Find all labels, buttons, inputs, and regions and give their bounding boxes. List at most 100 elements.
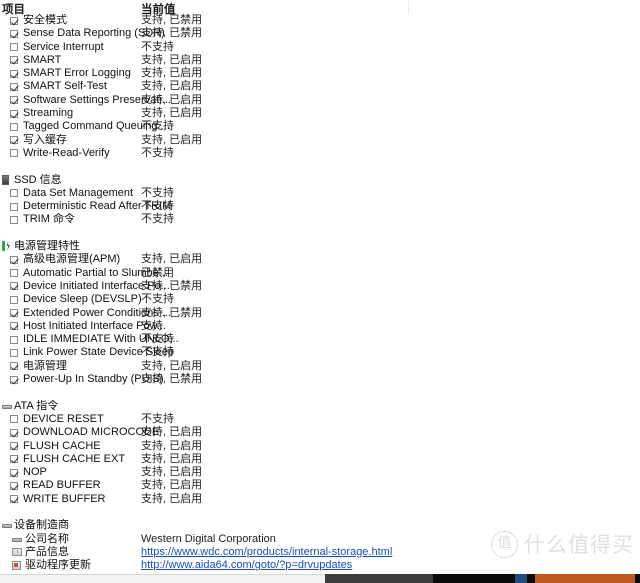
checkbox-unchecked-icon[interactable] [10,415,18,424]
row-value: 不支持 [141,40,174,53]
feature-row[interactable]: Device Sleep (DEVSLP) 不支持 [0,293,640,306]
feature-row[interactable]: Service Interrupt 不支持 [0,41,640,54]
feature-row[interactable]: Extended Power Conditions ... 支持, 已禁用 [0,307,640,320]
checkbox-checked-icon[interactable] [10,29,18,38]
row-label-wrap: FLUSH CACHE [10,440,101,453]
section-header-label-wrap: SSD 信息 [2,174,62,187]
row-value: 支持, 已启用 [141,426,203,439]
row-label: SMART Self-Test [23,80,107,93]
checkbox-unchecked-icon[interactable] [10,122,18,131]
row-value-link[interactable]: http://www.aida64.com/goto/?p=drvupdates [141,559,352,571]
row-label-wrap: 高级电源管理(APM) [10,253,120,266]
checkbox-checked-icon[interactable] [10,82,18,91]
checkbox-unchecked-icon[interactable] [10,215,18,224]
row-label-wrap: NOP [10,466,47,479]
row-label-wrap: DOWNLOAD MICROCODE [10,426,159,439]
row-value: Western Digital Corporation [141,532,276,545]
feature-row[interactable]: Streaming 支持, 已启用 [0,107,640,120]
row-label: 安全模式 [23,14,67,26]
taskbar-item-gray[interactable] [325,574,433,583]
checkbox-checked-icon[interactable] [10,362,18,371]
row-value: 支持 [141,319,163,332]
checkbox-unchecked-icon[interactable] [10,348,18,357]
checkbox-checked-icon[interactable] [10,282,18,291]
row-label-wrap: Device Sleep (DEVSLP) [10,293,142,306]
checkbox-checked-icon[interactable] [10,56,18,65]
row-label: DEVICE RESET [23,412,104,425]
aida64-storage-features-panel: 项目 当前值 安全模式 支持, 已禁用 Sense Data Reporting (… [0,0,640,583]
feature-row[interactable]: Deterministic Read After TRIM 不支持 [0,200,640,213]
checkbox-checked-icon[interactable] [10,109,18,118]
checkbox-unchecked-icon[interactable] [10,149,18,158]
checkbox-checked-icon[interactable] [10,468,18,477]
checkbox-checked-icon[interactable] [10,428,18,437]
row-label: READ BUFFER [23,479,101,492]
feature-row[interactable]: SMART Self-Test 支持, 已启用 [0,80,640,93]
section-header-label-wrap: ATA 指令 [2,400,58,413]
checkbox-checked-icon[interactable] [10,255,18,264]
checkbox-unchecked-icon[interactable] [10,295,18,304]
row-value[interactable]: https://www.wdc.com/products/internal-st… [141,546,392,559]
row-value[interactable]: http://www.aida64.com/goto/?p=drvupdates [141,559,352,572]
section-header-ssd[interactable]: SSD 信息 [0,174,640,187]
feature-row[interactable]: 安全模式 支持, 已禁用 [0,14,640,27]
checkbox-unchecked-icon[interactable] [10,202,18,211]
checkbox-checked-icon[interactable] [10,495,18,504]
checkbox-checked-icon[interactable] [10,455,18,464]
feature-row[interactable]: TRIM 命令 不支持 [0,213,640,226]
checkbox-checked-icon[interactable] [10,96,18,105]
checkbox-checked-icon[interactable] [10,309,18,318]
feature-row[interactable]: Host Initiated Interface Pow... 支持 [0,320,640,333]
feature-row[interactable]: Power-Up In Standby (PUIS) 支持, 已禁用 [0,373,640,386]
checkbox-checked-icon[interactable] [10,322,18,331]
checkbox-unchecked-icon[interactable] [10,189,18,198]
taskbar-item-orange[interactable] [535,574,635,583]
section-header-power[interactable]: 电源管理特性 [0,240,640,253]
info-row[interactable]: i 产品信息 https://www.wdc.com/products/intern… [0,546,640,559]
feature-row[interactable]: DEVICE RESET 不支持 [0,413,640,426]
row-value-link[interactable]: https://www.wdc.com/products/internal-st… [141,546,392,558]
info-row[interactable]: 驱动程序更新 http://www.aida64.com/goto/?p=drvu… [0,559,640,572]
section-header-title: 设备制造商 [14,519,69,532]
row-value: 支持, 已启用 [141,253,203,266]
row-label: Write-Read-Verify [23,146,110,159]
feature-row[interactable]: Automatic Partial to Slumbe... 已禁用 [0,267,640,280]
feature-row[interactable]: 高级电源管理(APM) 支持, 已启用 [0,253,640,266]
feature-row[interactable]: FLUSH CACHE EXT 支持, 已启用 [0,453,640,466]
feature-row[interactable]: Software Settings Preservati... 支持, 已启用 [0,94,640,107]
feature-row[interactable]: FLUSH CACHE 支持, 已启用 [0,440,640,453]
checkbox-checked-icon[interactable] [10,136,18,145]
feature-row[interactable]: Sense Data Reporting (SDR) 支持, 已禁用 [0,27,640,40]
checkbox-unchecked-icon[interactable] [10,269,18,278]
feature-row[interactable]: 写入缓存 支持, 已启用 [0,134,640,147]
feature-row[interactable]: WRITE BUFFER 支持, 已启用 [0,493,640,506]
section-header-ata[interactable]: ATA 指令 [0,400,640,413]
feature-row[interactable]: Write-Read-Verify 不支持 [0,147,640,160]
row-label-wrap: READ BUFFER [10,479,101,492]
row-label: 电源管理 [23,359,67,372]
taskbar-item-blue[interactable] [515,574,527,583]
feature-row[interactable]: DOWNLOAD MICROCODE 支持, 已启用 [0,426,640,439]
section-header-vendor[interactable]: 设备制造商 [0,519,640,532]
row-label: Device Sleep (DEVSLP) [23,293,142,306]
feature-row[interactable]: Data Set Management 不支持 [0,187,640,200]
checkbox-checked-icon[interactable] [10,16,18,25]
feature-row[interactable]: Link Power State Device Sleep 不支持 [0,346,640,359]
feature-row[interactable]: 电源管理 支持, 已启用 [0,360,640,373]
checkbox-unchecked-icon[interactable] [10,43,18,52]
info-row[interactable]: 公司名称 Western Digital Corporation [0,533,640,546]
feature-row[interactable]: READ BUFFER 支持, 已启用 [0,479,640,492]
checkbox-checked-icon[interactable] [10,442,18,450]
feature-row[interactable]: NOP 支持, 已启用 [0,466,640,479]
column-divider[interactable] [408,0,409,14]
feature-row[interactable]: Tagged Command Queuing ... 不支持 [0,120,640,133]
checkbox-checked-icon[interactable] [10,375,18,384]
feature-row[interactable]: Device Initiated Interface Po... 支持, 已禁用 [0,280,640,293]
checkbox-checked-icon[interactable] [10,69,18,78]
feature-row[interactable]: SMART Error Logging 支持, 已启用 [0,67,640,80]
checkbox-checked-icon[interactable] [10,481,18,490]
feature-row[interactable]: IDLE IMMEDIATE With UNLO... 不支持 [0,333,640,346]
checkbox-unchecked-icon[interactable] [10,335,18,344]
row-value: 不支持 [141,200,174,213]
feature-row[interactable]: SMART 支持, 已启用 [0,54,640,67]
